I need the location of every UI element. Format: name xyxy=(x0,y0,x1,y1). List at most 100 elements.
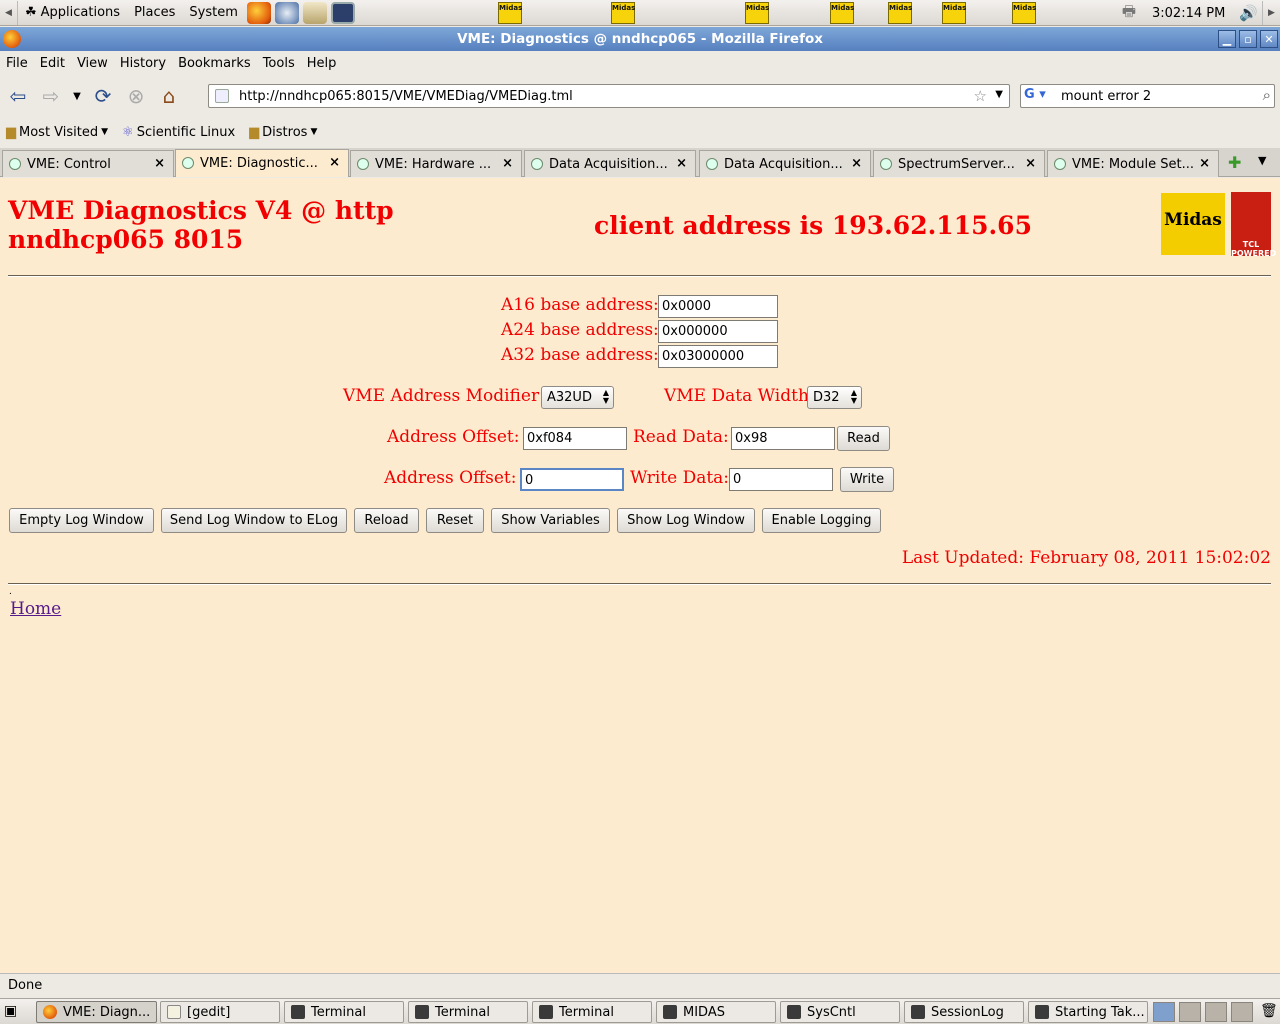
tab-vme-module-setup[interactable]: VME: Module Set... × xyxy=(1047,150,1219,177)
close-icon[interactable]: × xyxy=(502,156,513,171)
printer-icon[interactable]: 🖶 xyxy=(1116,1,1142,26)
home-link[interactable]: Home xyxy=(10,599,61,619)
bookmark-distros[interactable]: ▆ Distros ▼ xyxy=(249,125,317,140)
write-offset-input[interactable]: 0 xyxy=(520,468,624,491)
empty-log-window-button[interactable]: Empty Log Window xyxy=(9,508,154,533)
workspace-2[interactable] xyxy=(1179,1002,1201,1022)
bookmark-most-visited[interactable]: ▆ Most Visited ▼ xyxy=(6,125,108,140)
midas-launcher-icon[interactable]: Midas xyxy=(498,2,522,24)
tab-data-acquisition[interactable]: Data Acquisition... × xyxy=(699,150,871,177)
close-icon[interactable]: × xyxy=(329,155,340,170)
search-bar[interactable]: G ▾ mount error 2 ⌕ xyxy=(1020,84,1275,108)
firefox-launcher-icon[interactable] xyxy=(246,1,271,24)
close-icon[interactable]: × xyxy=(851,156,862,171)
task-sessionlog[interactable]: SessionLog xyxy=(904,1001,1024,1023)
volume-icon[interactable]: 🔊 xyxy=(1235,4,1262,22)
midas-launcher-icon[interactable]: Midas xyxy=(888,2,912,24)
new-tab-icon[interactable]: ✚ xyxy=(1228,153,1241,172)
menu-bookmarks[interactable]: Bookmarks xyxy=(172,56,257,71)
panel-scroll-right-icon[interactable]: ▶ xyxy=(1262,1,1280,25)
workspace-1[interactable] xyxy=(1153,1002,1175,1022)
task-terminal[interactable]: Terminal xyxy=(408,1001,528,1023)
url-dropdown-icon[interactable]: ▼ xyxy=(995,89,1003,100)
search-text: mount error 2 xyxy=(1061,88,1152,104)
bookmark-star-icon[interactable]: ☆ xyxy=(974,87,987,105)
menu-view[interactable]: View xyxy=(71,56,114,71)
midas-launcher-icon[interactable]: Midas xyxy=(830,2,854,24)
trash-icon[interactable]: 🗑 xyxy=(1260,1003,1278,1019)
panel-scroll-left-icon[interactable]: ◀ xyxy=(0,0,18,25)
midas-launcher-icon[interactable]: Midas xyxy=(1012,2,1036,24)
close-icon[interactable]: × xyxy=(154,156,165,171)
url-bar[interactable]: http://nndhcp065:8015/VME/VMEDiag/VMEDia… xyxy=(208,84,1010,108)
tab-list-icon[interactable]: ▼ xyxy=(1258,154,1266,167)
data-width-select[interactable]: D32 ▲ ▼ xyxy=(807,386,862,409)
minimize-icon[interactable]: ▁ xyxy=(1218,30,1236,48)
reload-button[interactable]: Reload xyxy=(354,508,419,533)
send-log-to-elog-button[interactable]: Send Log Window to ELog xyxy=(161,508,347,533)
terminal-icon xyxy=(415,1005,429,1019)
task-syscntl[interactable]: SysCntl xyxy=(780,1001,900,1023)
task-gedit[interactable]: [gedit] xyxy=(160,1001,280,1023)
system-menu[interactable]: System xyxy=(182,5,244,20)
task-screenshot[interactable]: Starting Tak... xyxy=(1028,1001,1148,1023)
midas-launcher-icon[interactable]: Midas xyxy=(745,2,769,24)
address-modifier-select[interactable]: A32UD ▲ ▼ xyxy=(541,386,614,409)
show-desktop-icon[interactable]: ▣ xyxy=(4,1003,17,1019)
read-offset-input[interactable]: 0xf084 xyxy=(523,427,627,450)
task-firefox[interactable]: VME: Diagn... xyxy=(36,1001,157,1023)
page-content: VME Diagnostics V4 @ http nndhcp065 8015… xyxy=(0,178,1280,973)
a24-base-input[interactable]: 0x000000 xyxy=(658,320,778,343)
midas-launcher-icon[interactable]: Midas xyxy=(942,2,966,24)
history-dropdown-icon[interactable]: ▼ xyxy=(69,81,85,111)
task-terminal[interactable]: Terminal xyxy=(284,1001,404,1023)
workspace-4[interactable] xyxy=(1231,1002,1253,1022)
menu-history[interactable]: History xyxy=(114,56,172,71)
reload-icon[interactable]: ⟳ xyxy=(88,81,118,111)
applications-menu[interactable]: ☘ Applications xyxy=(18,5,127,20)
tab-vme-diagnostics[interactable]: VME: Diagnostic... × xyxy=(175,149,349,177)
terminal-launcher-icon[interactable] xyxy=(330,1,355,24)
window-titlebar[interactable]: VME: Diagnostics @ nndhcp065 - Mozilla F… xyxy=(0,27,1280,51)
menu-file[interactable]: File xyxy=(0,56,34,71)
task-midas[interactable]: MIDAS xyxy=(656,1001,776,1023)
home-icon[interactable]: ⌂ xyxy=(154,81,184,111)
enable-logging-button[interactable]: Enable Logging xyxy=(762,508,881,533)
reset-button[interactable]: Reset xyxy=(426,508,484,533)
menu-edit[interactable]: Edit xyxy=(34,56,71,71)
maximize-icon[interactable]: ▫ xyxy=(1239,30,1257,48)
firefox-icon[interactable] xyxy=(3,30,21,48)
menu-help[interactable]: Help xyxy=(301,56,343,71)
menu-tools[interactable]: Tools xyxy=(257,56,301,71)
mail-launcher-icon[interactable] xyxy=(274,1,299,24)
show-variables-button[interactable]: Show Variables xyxy=(491,508,610,533)
write-button[interactable]: Write xyxy=(840,467,894,492)
close-icon[interactable]: × xyxy=(1199,156,1210,171)
tab-vme-control[interactable]: VME: Control × xyxy=(2,150,174,177)
read-button[interactable]: Read xyxy=(837,426,890,451)
close-icon[interactable]: ✕ xyxy=(1260,30,1278,48)
notes-launcher-icon[interactable] xyxy=(302,1,327,24)
task-terminal[interactable]: Terminal xyxy=(532,1001,652,1023)
places-menu[interactable]: Places xyxy=(127,5,182,20)
chevron-down-icon: ▼ xyxy=(101,127,109,137)
google-search-engine-icon[interactable]: G ▾ xyxy=(1024,87,1056,105)
tab-spectrum-server[interactable]: SpectrumServer... × xyxy=(873,150,1045,177)
a32-base-input[interactable]: 0x03000000 xyxy=(658,345,778,368)
close-icon[interactable]: × xyxy=(1025,156,1036,171)
forward-arrow-icon[interactable]: ⇨ xyxy=(36,81,66,111)
tab-data-acquisition[interactable]: Data Acquisition... × xyxy=(524,150,696,177)
clock[interactable]: 3:02:14 PM xyxy=(1142,6,1235,21)
write-data-input[interactable]: 0 xyxy=(729,468,833,491)
workspace-3[interactable] xyxy=(1205,1002,1227,1022)
bookmark-scientific-linux[interactable]: ⚛ Scientific Linux xyxy=(122,125,235,140)
search-icon[interactable]: ⌕ xyxy=(1263,86,1271,104)
back-arrow-icon[interactable]: ⇦ xyxy=(3,81,33,111)
read-data-input[interactable]: 0x98 xyxy=(731,427,835,450)
show-log-window-button[interactable]: Show Log Window xyxy=(617,508,755,533)
stop-icon[interactable]: ⊗ xyxy=(121,81,151,111)
a16-base-input[interactable]: 0x0000 xyxy=(658,295,778,318)
midas-launcher-icon[interactable]: Midas xyxy=(611,2,635,24)
close-icon[interactable]: × xyxy=(676,156,687,171)
tab-vme-hardware[interactable]: VME: Hardware ... × xyxy=(350,150,522,177)
